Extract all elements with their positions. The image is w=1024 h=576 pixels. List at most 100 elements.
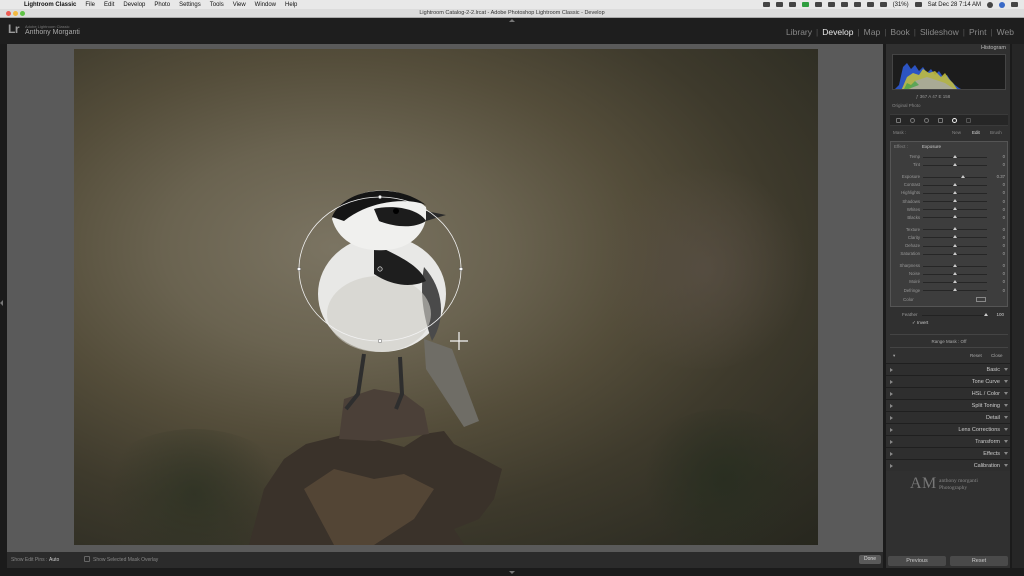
slider-track[interactable] <box>923 176 987 178</box>
notification-center-icon[interactable] <box>1011 2 1018 7</box>
menu-window[interactable]: Window <box>255 2 276 8</box>
section-expand-icon[interactable] <box>1004 380 1008 383</box>
mask-brush[interactable]: Brush <box>990 130 1002 135</box>
section-calibration[interactable]: Calibration <box>886 459 1010 471</box>
photo-image[interactable] <box>74 49 818 545</box>
color-swatch[interactable] <box>976 297 986 302</box>
radial-filter-handle-left[interactable] <box>296 266 301 271</box>
radial-filter-pin[interactable] <box>377 266 383 272</box>
crop-tool-icon[interactable] <box>896 118 901 123</box>
mask-overlay-checkbox[interactable] <box>84 556 90 562</box>
slider-thumb[interactable] <box>953 199 957 202</box>
radial-filter-icon[interactable] <box>952 118 957 123</box>
slider-thumb[interactable] <box>953 243 957 247</box>
status-icon[interactable] <box>814 2 822 7</box>
section-expand-icon[interactable] <box>1004 368 1008 371</box>
section-expand-icon[interactable] <box>1004 392 1008 395</box>
slider-thumb[interactable] <box>953 279 957 283</box>
section-toggle-icon[interactable] <box>890 428 893 432</box>
slider-thumb[interactable] <box>953 162 957 166</box>
menu-file[interactable]: File <box>85 2 95 8</box>
module-web[interactable]: Web <box>993 27 1018 37</box>
section-toggle-icon[interactable] <box>890 380 893 384</box>
slider-thumb[interactable] <box>953 154 957 158</box>
original-photo-label[interactable]: Original Photo <box>892 103 921 108</box>
section-detail[interactable]: Detail <box>886 411 1010 423</box>
section-lens-corrections[interactable]: Lens Corrections <box>886 423 1010 435</box>
section-toggle-icon[interactable] <box>890 392 893 396</box>
status-icon[interactable] <box>788 2 796 7</box>
slider-thumb[interactable] <box>953 182 957 186</box>
section-expand-icon[interactable] <box>1004 416 1008 419</box>
battery-icon[interactable] <box>879 2 887 7</box>
module-book[interactable]: Book <box>886 27 913 37</box>
cloud-icon[interactable] <box>840 2 848 7</box>
menu-develop[interactable]: Develop <box>123 2 145 8</box>
section-transform[interactable]: Transform <box>886 435 1010 447</box>
menu-help[interactable]: Help <box>285 2 297 8</box>
mask-new[interactable]: New <box>952 130 961 135</box>
feather-track[interactable] <box>922 314 986 316</box>
section-expand-icon[interactable] <box>1004 464 1008 467</box>
section-expand-icon[interactable] <box>1004 440 1008 443</box>
mask-close-button[interactable]: Close <box>991 353 1003 358</box>
right-panel-scrollbar[interactable] <box>1012 44 1024 568</box>
status-icon[interactable] <box>762 2 770 7</box>
section-split-toning[interactable]: Split Toning <box>886 399 1010 411</box>
radial-filter-handle-bottom[interactable] <box>378 339 383 344</box>
status-icon[interactable] <box>827 2 835 7</box>
slider-thumb[interactable] <box>953 263 957 267</box>
module-library[interactable]: Library <box>782 27 816 37</box>
histogram-title[interactable]: Histogram <box>981 45 1006 51</box>
section-expand-icon[interactable] <box>1004 428 1008 431</box>
module-map[interactable]: Map <box>860 27 885 37</box>
slider-thumb[interactable] <box>953 190 957 194</box>
section-tone-curve[interactable]: Tone Curve <box>886 375 1010 387</box>
module-develop[interactable]: Develop <box>818 27 857 37</box>
section-basic[interactable]: Basic <box>886 363 1010 375</box>
previous-button[interactable]: Previous <box>888 556 946 566</box>
section-effects[interactable]: Effects <box>886 447 1010 459</box>
radial-filter-handle-right[interactable] <box>459 266 464 271</box>
section-toggle-icon[interactable] <box>890 416 893 420</box>
red-eye-icon[interactable] <box>924 118 929 123</box>
clock[interactable]: Sat Dec 28 7:14 AM <box>928 2 981 8</box>
invert-check-icon[interactable]: ✓ <box>912 320 916 325</box>
graduated-filter-icon[interactable] <box>938 118 943 123</box>
slider-thumb[interactable] <box>953 288 957 291</box>
adjustment-brush-icon[interactable] <box>966 118 971 123</box>
menu-settings[interactable]: Settings <box>179 2 201 8</box>
siri-icon[interactable] <box>999 1 1005 8</box>
reset-button[interactable]: Reset <box>950 556 1008 566</box>
edit-pins-dropdown[interactable]: Auto <box>49 557 59 563</box>
search-icon[interactable] <box>987 1 993 8</box>
flag-icon[interactable] <box>914 2 922 7</box>
mask-reset-button[interactable]: Reset <box>970 353 982 358</box>
slider-thumb[interactable] <box>960 174 965 178</box>
status-icon[interactable] <box>775 2 783 7</box>
mask-edit[interactable]: Edit <box>972 130 980 135</box>
collapse-filmstrip-icon[interactable] <box>509 571 515 574</box>
section-toggle-icon[interactable] <box>890 368 893 372</box>
menu-tools[interactable]: Tools <box>210 2 224 8</box>
menu-photo[interactable]: Photo <box>154 2 170 8</box>
module-print[interactable]: Print <box>965 27 990 37</box>
panel-switch-icon[interactable]: ▾ <box>893 353 895 359</box>
wifi-icon[interactable] <box>853 2 861 7</box>
slider-thumb[interactable] <box>953 271 957 275</box>
done-button[interactable]: Done <box>859 555 881 564</box>
slider-thumb[interactable] <box>953 227 957 231</box>
slider-thumb[interactable] <box>953 207 957 211</box>
section-toggle-icon[interactable] <box>890 440 893 444</box>
menu-app-name[interactable]: Lightroom Classic <box>24 2 76 8</box>
slider-thumb[interactable] <box>953 235 957 239</box>
feather-thumb[interactable] <box>984 312 988 316</box>
effect-dropdown[interactable]: Exposure <box>922 144 941 149</box>
spot-removal-icon[interactable] <box>910 118 915 123</box>
slider-thumb[interactable] <box>953 215 957 219</box>
module-slideshow[interactable]: Slideshow <box>916 27 963 37</box>
section-expand-icon[interactable] <box>1004 452 1008 455</box>
collapse-top-panel-icon[interactable] <box>509 19 515 22</box>
invert-row[interactable]: ✓ Invert <box>912 320 928 326</box>
photo-canvas[interactable] <box>7 44 883 552</box>
